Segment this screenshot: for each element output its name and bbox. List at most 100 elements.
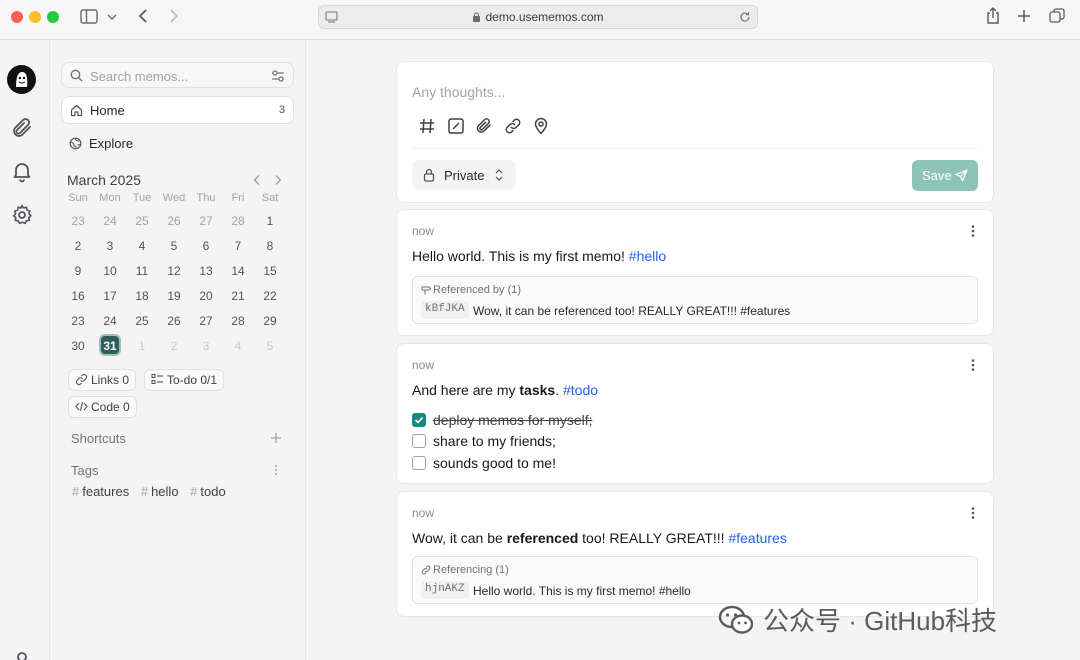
calendar-day[interactable]: 5: [158, 239, 190, 253]
calendar-day[interactable]: 4: [126, 239, 158, 253]
memo-tag-link[interactable]: #hello: [629, 248, 666, 264]
filter-icon[interactable]: [271, 69, 285, 82]
calendar-day[interactable]: 15: [254, 264, 286, 278]
calendar-day[interactable]: 25: [126, 314, 158, 328]
calendar-prev-icon[interactable]: [252, 174, 262, 186]
memo-time: now: [412, 506, 435, 520]
reference-memo-id[interactable]: kBfJKA: [421, 301, 469, 319]
paperclip-icon[interactable]: [475, 117, 493, 135]
calendar-day[interactable]: 1: [126, 339, 158, 353]
memo-tag-link[interactable]: #features: [728, 530, 786, 546]
share-icon[interactable]: [985, 7, 1001, 25]
calendar-day[interactable]: 21: [222, 289, 254, 303]
calendar-day[interactable]: 9: [62, 264, 94, 278]
calendar-next-icon[interactable]: [273, 174, 283, 186]
more-options-icon[interactable]: [971, 506, 975, 520]
nav-explore[interactable]: Explore: [61, 130, 294, 158]
wechat-icon: [718, 605, 754, 634]
calendar-day[interactable]: 4: [222, 339, 254, 353]
referenced-by-box: Referenced by (1) kBfJKA Wow, it can be …: [412, 276, 978, 324]
tag-item-features[interactable]: # features: [72, 484, 129, 499]
back-icon[interactable]: [137, 8, 149, 24]
nav-home[interactable]: Home 3: [61, 96, 294, 124]
calendar-day[interactable]: 18: [126, 289, 158, 303]
memo-tag-link[interactable]: #todo: [563, 382, 598, 398]
calendar-day[interactable]: 8: [254, 239, 286, 253]
chevron-down-icon[interactable]: [107, 13, 117, 21]
zoom-window-button[interactable]: [47, 11, 59, 23]
calendar-day[interactable]: 17: [94, 289, 126, 303]
forward-icon[interactable]: [168, 8, 180, 24]
search-box[interactable]: Search memos...: [61, 62, 294, 88]
tag-item-todo[interactable]: # todo: [190, 484, 226, 499]
calendar-day[interactable]: 3: [94, 239, 126, 253]
calendar-day[interactable]: 1: [254, 214, 286, 228]
calendar-day[interactable]: 23: [62, 314, 94, 328]
user-avatar[interactable]: [7, 65, 36, 94]
calendar-day[interactable]: 30: [62, 339, 94, 353]
sidebar-toggle-icon[interactable]: [80, 9, 98, 25]
calendar-day[interactable]: 27: [190, 314, 222, 328]
calendar-day[interactable]: 7: [222, 239, 254, 253]
calendar-day[interactable]: 20: [190, 289, 222, 303]
calendar-day[interactable]: 28: [222, 214, 254, 228]
address-bar[interactable]: demo.usememos.com: [318, 5, 758, 29]
tab-overview-icon[interactable]: [1049, 8, 1065, 24]
tag-item-hello[interactable]: # hello: [141, 484, 179, 499]
minimize-window-button[interactable]: [29, 11, 41, 23]
search-input[interactable]: Search memos...: [90, 69, 188, 84]
task-checkbox[interactable]: [412, 456, 426, 470]
calendar-day[interactable]: 24: [94, 314, 126, 328]
todo-stat-chip[interactable]: To-do 0/1: [144, 369, 225, 391]
calendar-day[interactable]: 14: [222, 264, 254, 278]
reference-memo-text[interactable]: Wow, it can be referenced too! REALLY GR…: [473, 304, 790, 318]
code-stat-chip[interactable]: Code 0: [68, 396, 137, 418]
checkbox-icon[interactable]: [447, 117, 465, 135]
memo-editor-input[interactable]: Any thoughts...: [412, 84, 505, 100]
link-icon[interactable]: [504, 117, 522, 135]
calendar-day[interactable]: 23: [62, 214, 94, 228]
memo-bold-text: referenced: [506, 530, 579, 546]
bell-icon[interactable]: [10, 159, 34, 183]
reference-memo-text[interactable]: Hello world. This is my first memo! #hel…: [473, 584, 691, 598]
calendar-day[interactable]: 6: [190, 239, 222, 253]
calendar-day[interactable]: 26: [158, 314, 190, 328]
calendar-day[interactable]: 25: [126, 214, 158, 228]
calendar-day[interactable]: 29: [254, 314, 286, 328]
user-icon[interactable]: [10, 648, 34, 660]
attachments-icon[interactable]: [10, 116, 34, 140]
calendar-day[interactable]: 10: [94, 264, 126, 278]
calendar-day[interactable]: 31: [94, 339, 126, 353]
hash-icon[interactable]: [418, 117, 436, 135]
more-options-icon[interactable]: [971, 358, 975, 372]
task-checkbox-checked[interactable]: [412, 413, 426, 427]
calendar-day[interactable]: 12: [158, 264, 190, 278]
close-window-button[interactable]: [11, 11, 23, 23]
calendar-day[interactable]: 5: [254, 339, 286, 353]
calendar-day[interactable]: 2: [62, 239, 94, 253]
links-stat-chip[interactable]: Links 0: [68, 369, 137, 391]
reference-memo-id[interactable]: hjnAKZ: [421, 581, 469, 599]
task-checkbox[interactable]: [412, 434, 426, 448]
calendar-weekday: Thu: [196, 192, 216, 204]
calendar-day[interactable]: 2: [158, 339, 190, 353]
calendar-day[interactable]: 26: [158, 214, 190, 228]
save-button[interactable]: Save: [912, 160, 978, 191]
more-options-icon[interactable]: [971, 224, 975, 238]
map-pin-icon[interactable]: [532, 117, 550, 135]
calendar-day[interactable]: 22: [254, 289, 286, 303]
calendar-day[interactable]: 27: [190, 214, 222, 228]
visibility-select[interactable]: Private: [412, 160, 516, 190]
calendar-day[interactable]: 3: [190, 339, 222, 353]
calendar-day[interactable]: 19: [158, 289, 190, 303]
reload-icon[interactable]: [739, 11, 751, 23]
gear-icon[interactable]: [10, 203, 34, 227]
add-shortcut-icon[interactable]: [270, 432, 282, 444]
calendar-day[interactable]: 24: [94, 214, 126, 228]
new-tab-icon[interactable]: [1017, 9, 1031, 23]
calendar-day[interactable]: 28: [222, 314, 254, 328]
calendar-day[interactable]: 16: [62, 289, 94, 303]
calendar-day[interactable]: 13: [190, 264, 222, 278]
tags-more-icon[interactable]: [274, 463, 278, 477]
calendar-day[interactable]: 11: [126, 264, 158, 278]
